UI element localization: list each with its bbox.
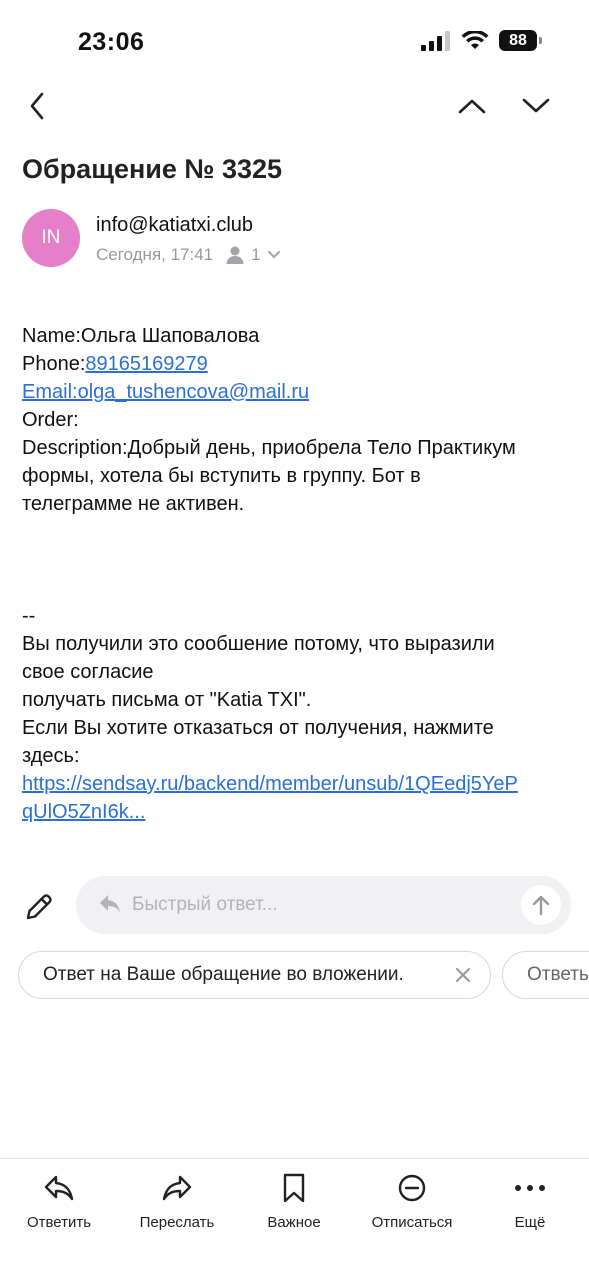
close-icon[interactable]	[454, 966, 472, 984]
body-description-line2: формы, хотела бы вступить в группу. Бот …	[22, 465, 421, 487]
pencil-icon	[26, 894, 52, 920]
quick-reply-bar: Быстрый ответ...	[0, 876, 589, 936]
unsubscribe-label: Отписаться	[371, 1214, 453, 1231]
quick-reply-input[interactable]: Быстрый ответ...	[76, 876, 571, 934]
person-icon	[226, 246, 244, 264]
footer-line2: свое согласие	[22, 661, 154, 683]
body-description-line1: Description:Добрый день, приобрела Тело …	[22, 437, 516, 459]
compose-button[interactable]	[22, 890, 56, 924]
body-name-line: Name:Ольга Шаповалова	[22, 325, 260, 347]
signal-icon	[421, 30, 450, 51]
wifi-icon	[461, 30, 489, 49]
footer-line5: здесь:	[22, 745, 80, 767]
quick-reply-placeholder: Быстрый ответ...	[132, 894, 278, 915]
body-description-line3: телеграмме не активен.	[22, 493, 245, 515]
back-button[interactable]	[22, 88, 52, 124]
important-button[interactable]: Важное	[239, 1171, 349, 1231]
previous-message-button[interactable]	[452, 88, 492, 124]
message-date: Сегодня, 17:41	[96, 245, 214, 264]
message-subject: Обращение № 3325	[22, 154, 283, 184]
bookmark-icon	[283, 1173, 305, 1203]
recipients-count: 1	[251, 245, 261, 264]
chevron-up-icon	[458, 99, 486, 114]
body-order-line: Order:	[22, 409, 79, 431]
body-phone-line: Phone:89165169279	[22, 353, 208, 375]
more-button[interactable]: Ещё	[475, 1171, 585, 1231]
email-link[interactable]: Email:olga_tushencova@mail.ru	[22, 381, 309, 403]
forward-icon	[162, 1175, 192, 1201]
unsubscribe-button[interactable]: Отписаться	[357, 1171, 467, 1231]
footer-line3: получать письма от "Katia TXI".	[22, 689, 312, 711]
send-button[interactable]	[521, 885, 561, 925]
chevron-down-icon	[522, 98, 550, 113]
suggestion-chip-label: Ответ на Ваше обращение во вложении.	[43, 964, 404, 985]
important-label: Важное	[267, 1214, 321, 1231]
next-message-button[interactable]	[516, 88, 556, 124]
reply-label: Ответить	[26, 1214, 92, 1231]
more-icon	[515, 1185, 545, 1191]
sender-address[interactable]: info@katiatxi.club	[96, 214, 253, 237]
footer-line4: Если Вы хотите отказаться от получения, …	[22, 717, 494, 739]
reply-button[interactable]: Ответить	[4, 1171, 114, 1231]
chevron-down-icon	[267, 251, 280, 259]
forward-button[interactable]: Переслать	[122, 1171, 232, 1231]
battery-indicator: 88	[499, 30, 542, 51]
phone-link[interactable]: 89165169279	[85, 353, 207, 375]
unsubscribe-link-cont[interactable]: qUlO5ZnI6k...	[22, 798, 574, 826]
suggestion-chips: Ответ на Ваше обращение во вложении. Отв…	[18, 951, 589, 1003]
chevron-left-icon	[30, 92, 44, 120]
unsubscribe-link[interactable]: https://sendsay.ru/backend/member/unsub/…	[22, 770, 574, 798]
sender-avatar[interactable]: IN	[22, 209, 80, 267]
suggestion-chip[interactable]: Ответ на Ваше обращение во вложении.	[18, 951, 491, 999]
bottom-action-bar: Ответить Переслать Важное Отписаться Ещё	[0, 1158, 589, 1281]
top-navbar	[0, 86, 589, 126]
message-meta[interactable]: Сегодня, 17:41 1	[96, 245, 281, 265]
footer-line1: Вы получили это сообшение потому, что вы…	[22, 633, 495, 655]
suggestion-chip-label: Ответь	[527, 964, 589, 985]
status-bar: 23:06 88	[0, 0, 589, 86]
reply-icon	[100, 895, 120, 913]
status-icons: 88	[421, 30, 542, 51]
reply-icon	[44, 1175, 74, 1201]
message-body: Name:Ольга Шаповалова Phone:89165169279 …	[22, 322, 574, 826]
suggestion-chip[interactable]: Ответь	[502, 951, 589, 999]
body-email-line: Email:olga_tushencova@mail.ru	[22, 378, 574, 406]
signature-separator: --	[22, 605, 36, 627]
more-label: Ещё	[514, 1214, 546, 1231]
forward-label: Переслать	[139, 1214, 215, 1231]
unsubscribe-icon	[398, 1174, 426, 1202]
arrow-up-icon	[532, 895, 550, 916]
status-time: 23:06	[78, 28, 145, 56]
